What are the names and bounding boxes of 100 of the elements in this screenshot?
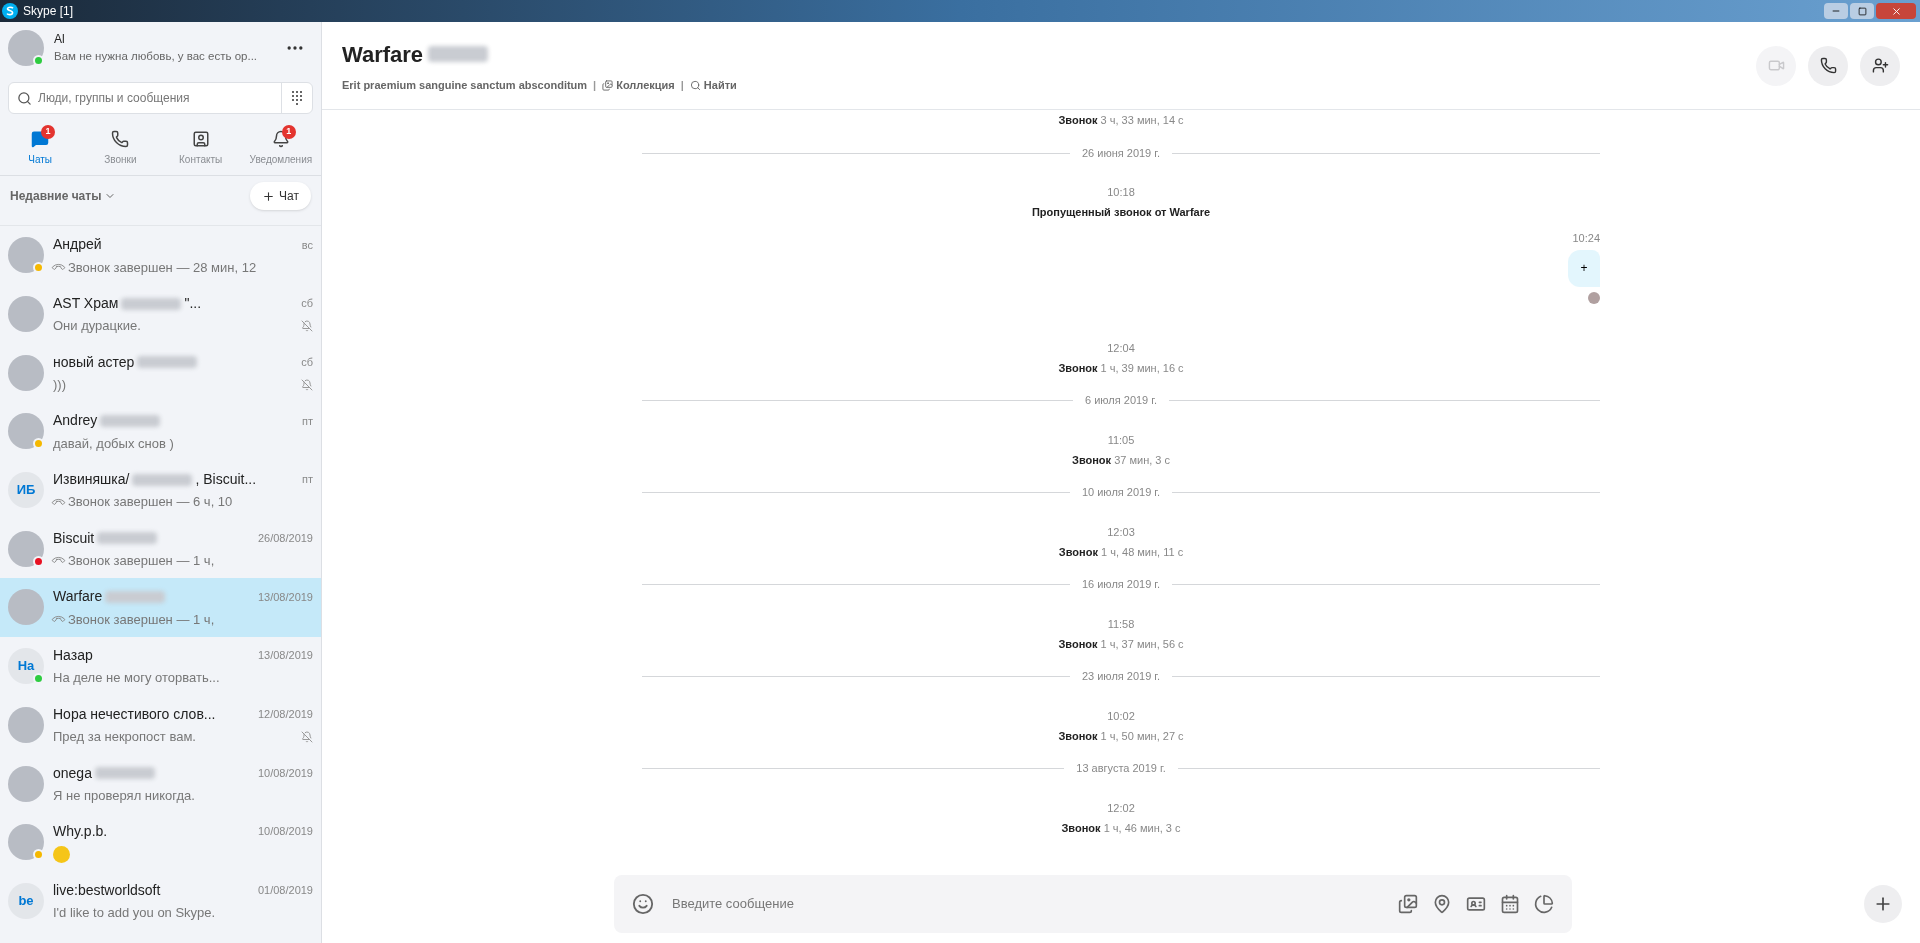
new-chat-button[interactable]: Чат (250, 182, 311, 210)
contact-name: Нора нечестивого слов... (53, 704, 216, 724)
message-bubble: + (1568, 249, 1600, 287)
poll-icon[interactable] (1534, 894, 1554, 914)
badge: 1 (41, 125, 56, 139)
message-preview: I'd like to add you on Skype. (53, 904, 216, 923)
contact-name: onega (53, 763, 92, 783)
message-preview: Они дурацкие. (53, 317, 141, 336)
chat-list-item[interactable]: Why.p.b. 10/08/2019 (0, 812, 321, 872)
minimize-button[interactable] (1824, 3, 1848, 19)
search-input[interactable]: Люди, группы и сообщения (38, 89, 281, 107)
skype-logo-icon (2, 3, 18, 19)
chat-date: 10/08/2019 (256, 824, 313, 840)
chat-list-item[interactable]: Biscuit 26/08/2019 Звонок завершен — 1 ч, (0, 519, 321, 579)
chat-list-item[interactable]: AST Храм "... сб Они дурацкие. (0, 284, 321, 344)
close-icon (1890, 5, 1902, 17)
bell-icon (271, 130, 290, 148)
add-people-button[interactable] (1860, 45, 1900, 86)
avatar-photo-placeholder (8, 413, 44, 450)
call-notice: Звонок 1 ч, 37 мин, 56 с (1058, 636, 1184, 652)
chat-date: сб (300, 354, 313, 370)
chat-date: 13/08/2019 (256, 589, 313, 605)
contact-name: Biscuit (53, 528, 95, 548)
chat-list-item[interactable]: onega 10/08/2019 Я не проверял никогда. (0, 754, 321, 813)
search-icon (689, 79, 701, 91)
message-time: 11:58 (1107, 616, 1135, 632)
chat-list-item[interactable]: ИБ Извиняшка/ , Biscuit... пт Звонок завершен — 6 ч, 10 (0, 460, 321, 520)
message-preview: Звонок завершен — 6 ч, 10 (68, 493, 233, 512)
message-time: 11:05 (1107, 432, 1135, 448)
message-preview: Звонок завершен — 28 мин, 12 (68, 258, 257, 277)
date-divider: 26 июня 2019 г. (1082, 145, 1160, 161)
window-title: Skype [1] (23, 3, 74, 20)
call-notice: Звонок 1 ч, 50 мин, 27 с (1058, 728, 1184, 744)
avatar-photo-placeholder (8, 237, 44, 274)
emoji-icon[interactable] (632, 893, 654, 915)
date-divider: 10 июля 2019 г. (1081, 485, 1161, 501)
image-icon[interactable] (1398, 894, 1418, 914)
contact-card-icon (191, 130, 210, 148)
contact-name: "... (184, 294, 202, 314)
gallery-icon (602, 79, 614, 91)
maximize-icon (1857, 6, 1867, 16)
date-divider: 23 июля 2019 г. (1081, 669, 1161, 685)
conversation-title: Warfare (342, 40, 424, 69)
call-notice: Звонок 1 ч, 46 мин, 3 с (1061, 820, 1181, 836)
maximize-button[interactable] (1850, 3, 1874, 19)
avatar-photo-placeholder (8, 706, 44, 743)
message-preview: Пред за некропост вам. (53, 728, 196, 747)
plus-icon (262, 189, 276, 203)
message-time: 12:04 (1107, 340, 1135, 356)
chat-list-item[interactable]: На Назар 13/08/2019 На деле не могу оторвать... (0, 636, 321, 696)
message-preview: На деле не могу оторвать... (53, 669, 220, 688)
read-receipt-avatar (1588, 291, 1600, 304)
recent-chats-dropdown[interactable]: Недавние чаты (10, 187, 117, 205)
chat-list-item[interactable]: Andrey пт давай, добых снов ) (0, 402, 321, 461)
message-input[interactable]: Введите сообщение (672, 894, 1384, 914)
message-preview: давай, добых снов ) (53, 434, 174, 453)
contact-name: live:bestworldsoft (53, 880, 161, 900)
audio-call-button[interactable] (1808, 45, 1848, 86)
separator: | (593, 77, 597, 93)
chat-list-item[interactable]: новый астер сб ))) (0, 343, 321, 403)
message-time: 10:02 (1107, 708, 1135, 724)
avatar-photo-placeholder (8, 296, 44, 333)
chat-list-item[interactable]: Warfare 13/08/2019 Звонок завершен — 1 ч, (0, 578, 321, 637)
find-link[interactable]: Найти (689, 76, 737, 94)
profile-name: Al (54, 31, 66, 49)
add-button[interactable] (1864, 885, 1902, 923)
contact-name: , Biscuit... (195, 470, 257, 490)
contact-card-icon[interactable] (1466, 894, 1486, 914)
contact-name: AST Храм (53, 294, 119, 314)
phone-icon (1819, 57, 1837, 74)
chat-list-item[interactable]: be live:bestworldsoft 01/08/2019 I'd like to add you on Skype. (0, 871, 321, 931)
call-notice: Звонок 1 ч, 48 мин, 11 с (1058, 544, 1184, 560)
call-notice: Звонок 1 ч, 39 мин, 16 с (1058, 360, 1184, 376)
message-time: 10:18 (1107, 185, 1135, 200)
missed-call-notice: Пропущенный звонок от Warfare (1031, 205, 1211, 220)
message-field[interactable]: Введите сообщение (614, 875, 1572, 933)
avatar-initials: be (8, 882, 44, 919)
nav-tab[interactable]: 1 Чаты (0, 122, 81, 175)
chat-date: пт (301, 413, 313, 429)
search-field[interactable]: Люди, группы и сообщения (8, 82, 313, 114)
location-pin-icon[interactable] (1432, 894, 1452, 914)
dialpad-icon[interactable] (291, 90, 303, 106)
message-time: 12:03 (1107, 524, 1135, 540)
contact-name: новый астер (53, 352, 135, 372)
message-preview: Звонок завершен — 1 ч, (68, 552, 215, 571)
avatar-photo-placeholder (8, 824, 44, 861)
profile-mood: Вам не нужна любовь, у вас есть ор... (54, 49, 259, 65)
calendar-icon[interactable] (1500, 894, 1520, 914)
chat-list-item[interactable]: Андрей вс Звонок завершен — 28 мин, 12 (0, 226, 321, 285)
message-time: 12:02 (1107, 800, 1135, 816)
chat-date: 26/08/2019 (256, 531, 313, 547)
gallery-link[interactable]: Коллекция (602, 76, 675, 94)
contact-name: Андрей (53, 235, 102, 255)
message-time: 10:24 (1572, 231, 1600, 246)
badge: 1 (281, 125, 296, 139)
chat-list-item[interactable]: Нора нечестивого слов... 12/08/2019 Пред за некропост вам. (0, 695, 321, 755)
avatar-initials: ИБ (8, 472, 44, 509)
contact-name: Andrey (53, 411, 98, 431)
nav-tab[interactable]: 1 Уведомления (240, 122, 321, 175)
chat-date: вс (300, 237, 313, 253)
